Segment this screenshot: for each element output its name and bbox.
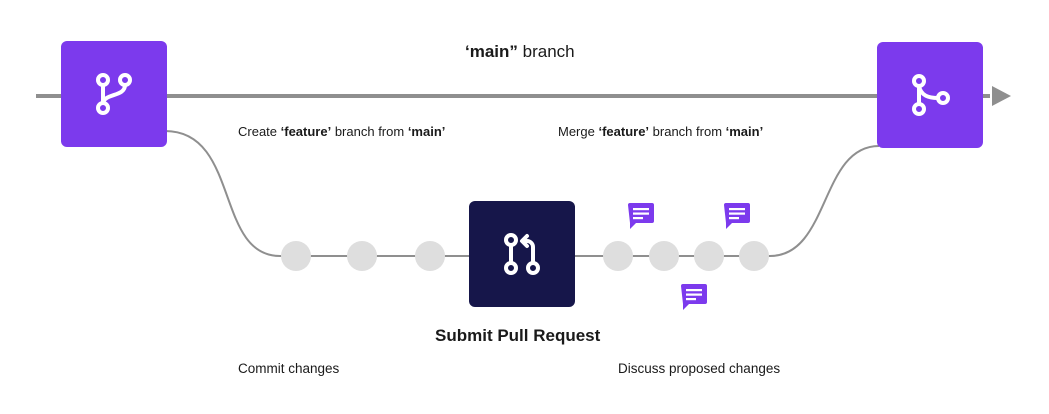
main-branch-label: ‘main” branch	[465, 42, 575, 62]
comment-icon	[681, 284, 707, 310]
git-pull-request-icon	[504, 233, 540, 275]
git-merge-icon	[912, 74, 950, 116]
comment-icon	[628, 203, 654, 229]
merge-branch-label: Merge ‘feature’ branch from ‘main’	[558, 124, 763, 139]
commit-changes-label: Commit changes	[238, 361, 340, 376]
branch-box	[61, 41, 167, 147]
feature-branch-line-left	[164, 130, 470, 257]
merge-box	[877, 42, 983, 148]
create-label-middle: branch from	[331, 124, 408, 139]
discussion-dot	[694, 241, 724, 271]
merge-label-middle: branch from	[649, 124, 726, 139]
git-flow-diagram: ‘main” branch Create ‘feature’ branch fr…	[0, 0, 1049, 414]
discuss-changes-label: Discuss proposed changes	[618, 361, 781, 376]
discussion-dot	[649, 241, 679, 271]
discussion-dot	[603, 241, 633, 271]
merge-label-feature: ‘feature’	[598, 124, 650, 139]
create-label-feature: ‘feature’	[280, 124, 332, 139]
git-branch-icon	[96, 73, 132, 115]
create-label-main: ‘main’	[407, 124, 446, 139]
feature-branch-line-right	[575, 145, 880, 257]
main-branch-suffix: branch	[517, 42, 575, 61]
create-label-prefix: Create	[238, 124, 281, 139]
main-branch-arrow	[992, 86, 1011, 106]
commit-dot	[415, 241, 445, 271]
discussion-dot	[739, 241, 769, 271]
create-branch-label: Create ‘feature’ branch from ‘main’	[238, 124, 445, 139]
commit-dot	[347, 241, 377, 271]
comment-icon	[724, 203, 750, 229]
pull-request-title: Submit Pull Request	[435, 326, 601, 345]
pull-request-box	[469, 201, 575, 307]
commit-dot	[281, 241, 311, 271]
merge-label-prefix: Merge	[558, 124, 599, 139]
merge-label-main: ‘main’	[725, 124, 764, 139]
main-branch-name: ‘main”	[465, 42, 518, 61]
